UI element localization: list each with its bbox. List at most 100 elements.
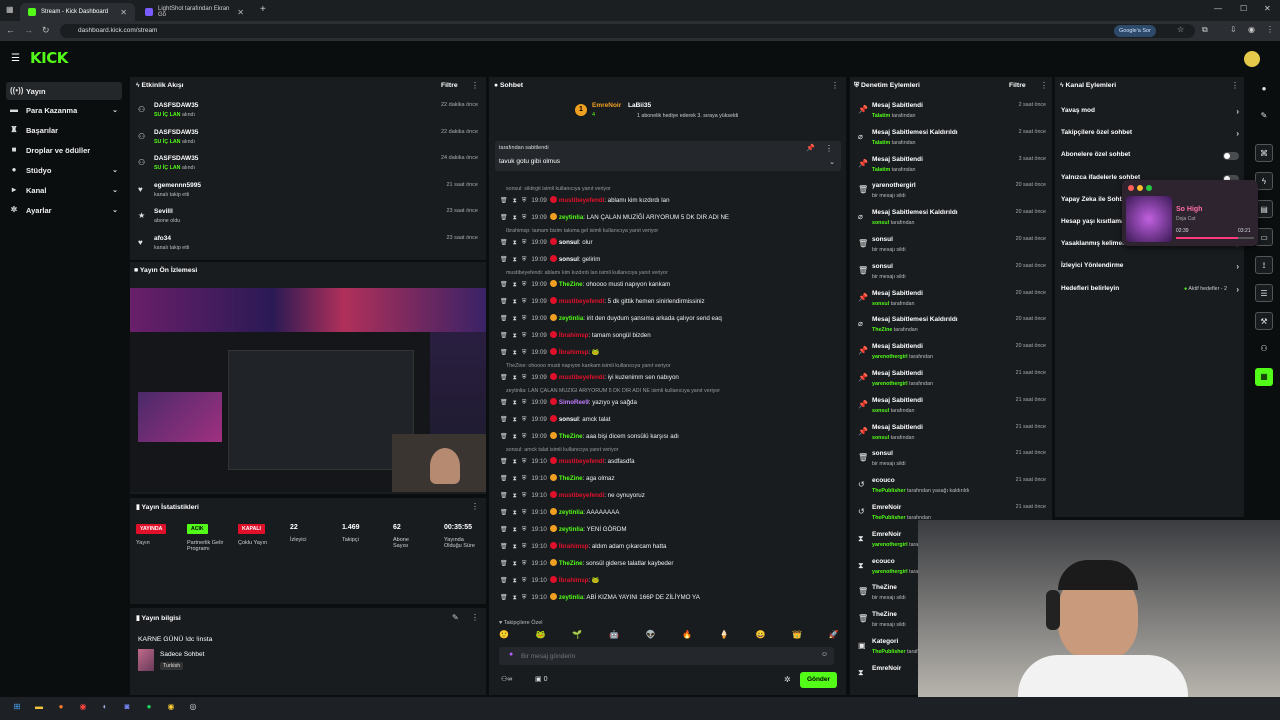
ban-icon[interactable]: ⛨ <box>522 282 527 288</box>
chat-message[interactable]: 🗑 ⧗ ⛨ 19:09 sonsul: olur <box>500 236 840 250</box>
downloads-icon[interactable]: ⇩ <box>1230 25 1237 34</box>
close-tab-icon[interactable]: ✕ <box>237 8 244 17</box>
chat-message[interactable]: 🗑 ⧗ ⛨ 19:10 TheZine: sonsül giderse talatlar… <box>500 557 840 571</box>
emote-icon[interactable]: 🤖 <box>609 630 619 642</box>
more-options-icon[interactable]: ⋮ <box>471 613 479 622</box>
channel-action-item[interactable]: Hedefleri belirleyin ● Aktif hedefler - 2… <box>1061 285 1241 299</box>
ban-icon[interactable]: ⛨ <box>522 434 527 440</box>
maximize-dot-icon[interactable] <box>1146 185 1152 191</box>
ban-icon[interactable]: ⛨ <box>522 476 527 482</box>
emote-icon[interactable]: 🙂 <box>499 630 509 642</box>
chat-message[interactable]: 🗑 ⧗ ⛨ 19:10 mustibeyefendi: asdfasdfa <box>500 455 840 469</box>
timeout-icon[interactable]: ⧗ <box>513 561 517 567</box>
trash-icon[interactable]: 🗑 <box>500 257 508 263</box>
minimize-icon[interactable]: — <box>1214 4 1222 13</box>
moderation-item[interactable]: 📌 Mesaj Sabitlendi Talatim tarafından 3 saa… <box>856 154 1046 181</box>
chat-username[interactable]: zeytinlia <box>559 214 583 221</box>
moderation-item[interactable]: 📌 Mesaj Sabitlendi sonsul tarafından 21 saa… <box>856 422 1046 449</box>
maximize-icon[interactable]: ☐ <box>1240 4 1247 13</box>
chat-username[interactable]: mustibeyefendi <box>559 374 604 381</box>
activity-filter-button[interactable]: Filtre <box>441 82 458 89</box>
forward-icon[interactable]: → <box>24 25 33 35</box>
emoji-picker-icon[interactable]: ☺ <box>821 651 828 658</box>
moderation-item[interactable]: 📌 Mesaj Sabitlendi yarenothergirl tarafınd… <box>856 341 1046 368</box>
profile-icon[interactable]: ◉ <box>1248 25 1255 34</box>
trash-icon[interactable]: 🗑 <box>500 240 508 246</box>
chat-username[interactable]: zeytinlia <box>559 315 583 322</box>
ban-icon[interactable]: ⛨ <box>522 561 527 567</box>
chat-username[interactable]: TheZine <box>559 560 583 567</box>
moderation-filter-button[interactable]: Filtre <box>1009 82 1026 89</box>
obs-icon[interactable]: ◎ <box>186 700 200 714</box>
pencil-rail-icon[interactable]: ✎ <box>1255 107 1273 125</box>
trash-icon[interactable]: 🗑 <box>500 578 508 584</box>
activity-item[interactable]: ♥ afo34 kanalı takip etti 23 saat önce <box>136 233 480 259</box>
emote-icon[interactable]: 🔥 <box>682 630 692 642</box>
trash-icon[interactable]: 🗑 <box>500 400 508 406</box>
more-options-icon[interactable]: ⋮ <box>471 81 479 90</box>
timeout-icon[interactable]: ⧗ <box>513 400 517 406</box>
chat-username[interactable]: TheZine <box>559 475 583 482</box>
timeout-icon[interactable]: ⧗ <box>513 476 517 482</box>
windows-icon[interactable]: ⊞ <box>10 700 24 714</box>
chat-username[interactable]: TheZine <box>559 281 583 288</box>
add-widget-rail-icon[interactable]: ▦ <box>1255 368 1273 386</box>
trash-icon[interactable]: 🗑 <box>500 527 508 533</box>
kick-logo[interactable]: KICK <box>30 49 68 67</box>
timeout-icon[interactable]: ⧗ <box>513 578 517 584</box>
activity-item[interactable]: ⚇ DASFSDAW35 SU İÇ LAN alındı 22 dakika önc… <box>136 100 480 126</box>
trash-icon[interactable]: 🗑 <box>500 198 508 204</box>
extensions-icon[interactable]: ⧉ <box>1202 25 1208 35</box>
folder-icon[interactable]: ▬ <box>32 700 46 714</box>
chrome-icon[interactable]: ◉ <box>76 700 90 714</box>
trash-icon[interactable]: 🗑 <box>500 544 508 550</box>
close-tab-icon[interactable]: ✕ <box>120 8 127 17</box>
chat-message[interactable]: 🗑 ⧗ ⛨ 19:09 mustibeyefendi: iyi kuzenimm sen… <box>500 371 840 385</box>
info-rail-icon[interactable]: ● <box>1255 80 1273 98</box>
stats-rail-icon[interactable]: ☰ <box>1255 284 1273 302</box>
trash-icon[interactable]: 🗑 <box>500 510 508 516</box>
ban-icon[interactable]: ⛨ <box>522 595 527 601</box>
ban-icon[interactable]: ⛨ <box>522 417 527 423</box>
timeout-icon[interactable]: ⧗ <box>513 510 517 516</box>
media-player-popup[interactable]: So High Doja Cat 02:39 03:21 <box>1122 180 1258 246</box>
trash-icon[interactable]: 🗑 <box>500 493 508 499</box>
chat-message[interactable]: 🗑 ⧗ ⛨ 19:09 TheZine: ohoooo musti napıyon ka… <box>500 278 840 292</box>
ban-icon[interactable]: ⛨ <box>522 299 527 305</box>
moderation-item[interactable]: 🗑 sonsul bir mesajı sildi 21 saat önce <box>856 448 1046 475</box>
ban-icon[interactable]: ⛨ <box>522 333 527 339</box>
timeout-icon[interactable]: ⧗ <box>513 299 517 305</box>
timeout-icon[interactable]: ⧗ <box>513 215 517 221</box>
timeout-icon[interactable]: ⧗ <box>513 544 517 550</box>
chat-username[interactable]: mustibeyefendi <box>559 197 604 204</box>
minimize-dot-icon[interactable] <box>1137 185 1143 191</box>
emote-icon[interactable]: 👽 <box>646 630 656 642</box>
discord-icon[interactable]: ◙ <box>120 700 134 714</box>
emote-icon[interactable]: 😀 <box>756 630 766 642</box>
timeout-icon[interactable]: ⧗ <box>513 527 517 533</box>
moderation-item[interactable]: ↺ ecouco ThePublisher tarafından yasağı ka… <box>856 475 1046 502</box>
chevron-down-icon[interactable]: ⌄ <box>829 158 835 166</box>
chat-username[interactable]: İbrahimsp <box>559 577 589 584</box>
share-rail-icon[interactable]: ⚇ <box>1255 340 1273 358</box>
tab-menu-icon[interactable]: ▦ <box>6 5 16 15</box>
timeout-icon[interactable]: ⧗ <box>513 350 517 356</box>
timeout-icon[interactable]: ⧗ <box>513 333 517 339</box>
timeout-icon[interactable]: ⧗ <box>513 257 517 263</box>
timeout-icon[interactable]: ⧗ <box>513 375 517 381</box>
emote-icon[interactable]: 🐸 <box>536 630 546 642</box>
wrench-rail-icon[interactable]: ⚒ <box>1255 312 1273 330</box>
emote-icon[interactable]: 🌱 <box>572 630 582 642</box>
more-options-icon[interactable]: ⋮ <box>825 144 833 153</box>
chat-username[interactable]: sonsul <box>559 239 579 246</box>
ban-icon[interactable]: ⛨ <box>522 198 527 204</box>
ban-icon[interactable]: ⛨ <box>522 578 527 584</box>
browser-menu-icon[interactable]: ⋮ <box>1266 25 1274 34</box>
trash-icon[interactable]: 🗑 <box>500 595 508 601</box>
sidebar-item-ayarlar[interactable]: ✲ Ayarlar ⌄ <box>6 201 122 219</box>
timeout-icon[interactable]: ⧗ <box>513 198 517 204</box>
chat-message[interactable]: 🗑 ⧗ ⛨ 19:09 zeytinlia: irit den duydum şansı… <box>500 312 840 326</box>
timeout-icon[interactable]: ⧗ <box>513 493 517 499</box>
back-icon[interactable]: ← <box>6 25 15 35</box>
chat-message[interactable]: 🗑 ⧗ ⛨ 19:09 SimoRee9: yazıyo ya sağda <box>500 396 840 410</box>
